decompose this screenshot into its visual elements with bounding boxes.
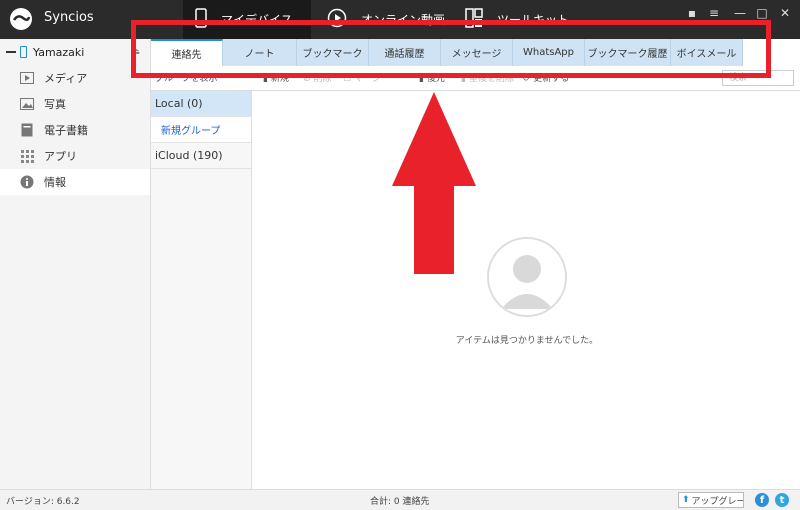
empty-avatar-icon — [487, 237, 567, 317]
sidebar-item-photos[interactable]: 写真 — [0, 91, 150, 117]
menu-icon[interactable]: ≡ — [705, 6, 723, 20]
maximize-button[interactable]: □ — [753, 6, 771, 20]
sidebar-item-media-label: メディア — [44, 72, 88, 85]
version-label: バージョン: 6.6.2 — [6, 497, 80, 507]
device-phone-icon — [20, 46, 27, 58]
upgrade-button[interactable]: ⬆ アップグレード — [678, 492, 744, 508]
collapse-icon[interactable] — [6, 51, 16, 53]
upgrade-button-label: アップグレード — [691, 496, 743, 507]
sidebar-item-apps[interactable]: アプリ — [0, 143, 150, 169]
group-local[interactable]: Local (0) — [151, 91, 251, 117]
empty-state-message: アイテムは見つかりませんでした。 — [455, 336, 599, 346]
sidebar-item-photos-label: 写真 — [44, 98, 66, 111]
group-list: Local (0) 新規グループ iCloud (190) — [151, 91, 252, 489]
photo-icon — [20, 97, 34, 111]
info-icon — [20, 175, 34, 189]
upload-icon: ⬆ — [682, 495, 690, 505]
sidebar-item-ebooks[interactable]: 電子書籍 — [0, 117, 150, 143]
sidebar: Yamazaki ⏏ メディア 写真 電子書籍 アプリ 情報 — [0, 39, 151, 489]
sidebar-item-info-label: 情報 — [44, 176, 66, 189]
annotation-arrow-up-icon — [392, 92, 476, 274]
total-count: 合計: 0 連絡先 — [370, 497, 430, 507]
status-bar: バージョン: 6.6.2 合計: 0 連絡先 ⬆ アップグレード f t — [0, 489, 800, 510]
media-icon — [20, 71, 34, 85]
twitter-icon[interactable]: t — [775, 493, 789, 507]
group-icloud[interactable]: iCloud (190) — [151, 143, 251, 169]
ebook-icon — [20, 123, 34, 137]
device-name: Yamazaki — [33, 45, 85, 59]
minimize-button[interactable]: — — [731, 6, 749, 20]
chat-icon[interactable]: ▪ — [683, 6, 701, 20]
new-group-link[interactable]: 新規グループ — [151, 117, 251, 143]
app-title: Syncios — [44, 10, 94, 25]
apps-icon — [20, 149, 34, 163]
sidebar-item-media[interactable]: メディア — [0, 65, 150, 91]
device-header[interactable]: Yamazaki ⏏ — [0, 39, 150, 65]
close-button[interactable]: ✕ — [776, 6, 794, 20]
syncios-logo-icon — [10, 8, 32, 30]
sidebar-item-apps-label: アプリ — [44, 150, 77, 163]
facebook-icon[interactable]: f — [755, 493, 769, 507]
sidebar-item-info[interactable]: 情報 — [0, 169, 150, 195]
sidebar-item-ebooks-label: 電子書籍 — [44, 124, 88, 137]
annotation-highlight-box — [131, 20, 771, 78]
